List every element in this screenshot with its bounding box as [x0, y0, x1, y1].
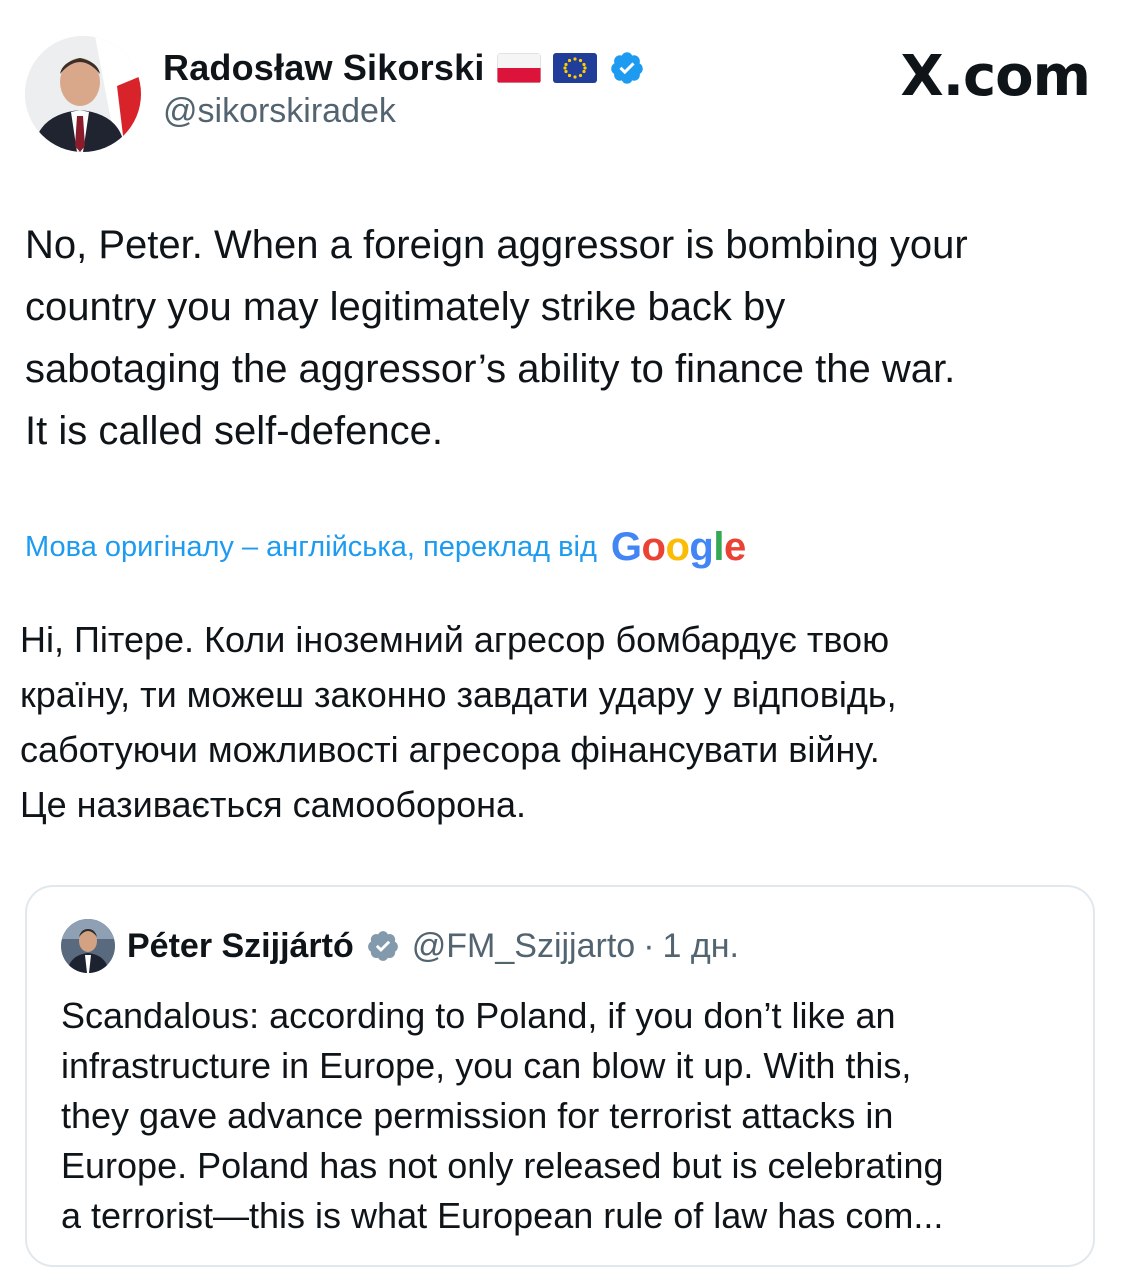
tweet-text-line: sabotaging the aggressor’s ability to fi…	[25, 347, 956, 391]
quoted-text-line: infrastructure in Europe, you can blow i…	[61, 1045, 912, 1086]
quoted-text-line: they gave advance permission for terrori…	[61, 1095, 894, 1136]
x-com-watermark: X.com	[900, 44, 1091, 109]
quoted-author-display-name[interactable]: Péter Szijjártó	[127, 927, 354, 966]
google-logo: Google	[610, 525, 746, 569]
quoted-text-line: Europe. Poland has not only released but…	[61, 1145, 944, 1186]
verified-badge-icon[interactable]	[609, 50, 645, 86]
tweet-text-line: It is called self-defence.	[25, 409, 443, 453]
quoted-tweet-header: Péter Szijjártó @FM_Szijjarto · 1 дн.	[61, 919, 739, 973]
tweet-text: No, Peter. When a foreign aggressor is b…	[25, 214, 1100, 462]
tweet-header: Radosław Sikorski @sikorskiradek X.com	[25, 36, 1100, 152]
eu-flag-icon	[552, 53, 597, 83]
separator-dot: ·	[643, 926, 655, 965]
verified-badge-gray-icon[interactable]	[366, 929, 400, 963]
translation-attribution[interactable]: Мова оригіналу – англійська, переклад ві…	[25, 525, 746, 570]
poland-flag-icon	[496, 53, 541, 83]
quoted-author-handle[interactable]: @FM_Szijjarto	[412, 927, 635, 966]
author-handle[interactable]: @sikorskiradek	[163, 92, 645, 131]
translated-text-line: країну, ти можеш законно завдати удару у…	[20, 674, 897, 715]
quoted-tweet-text: Scandalous: according to Poland, if you …	[61, 991, 1071, 1241]
tweet-text-line: No, Peter. When a foreign aggressor is b…	[25, 223, 968, 267]
translated-text-line: Це називається самооборона.	[20, 784, 527, 825]
author-avatar[interactable]	[25, 36, 141, 152]
translated-text-line: Ні, Пітере. Коли іноземний агресор бомба…	[20, 619, 890, 660]
translated-text: Ні, Пітере. Коли іноземний агресор бомба…	[20, 612, 1100, 832]
quoted-text-line: Scandalous: according to Poland, if you …	[61, 995, 896, 1036]
quoted-timestamp[interactable]: 1 дн.	[663, 927, 739, 966]
translated-text-line: саботуючи можливості агресора фінансуват…	[20, 729, 880, 770]
quoted-tweet-card[interactable]: Péter Szijjártó @FM_Szijjarto · 1 дн. Sc…	[25, 885, 1095, 1267]
translation-note[interactable]: Мова оригіналу – англійська, переклад ві…	[25, 531, 597, 564]
quoted-text-line: a terrorist—this is what European rule o…	[61, 1195, 944, 1236]
quoted-author-avatar[interactable]	[61, 919, 115, 973]
author-display-name[interactable]: Radosław Sikorski	[163, 47, 485, 89]
tweet-text-line: country you may legitimately strike back…	[25, 285, 786, 329]
